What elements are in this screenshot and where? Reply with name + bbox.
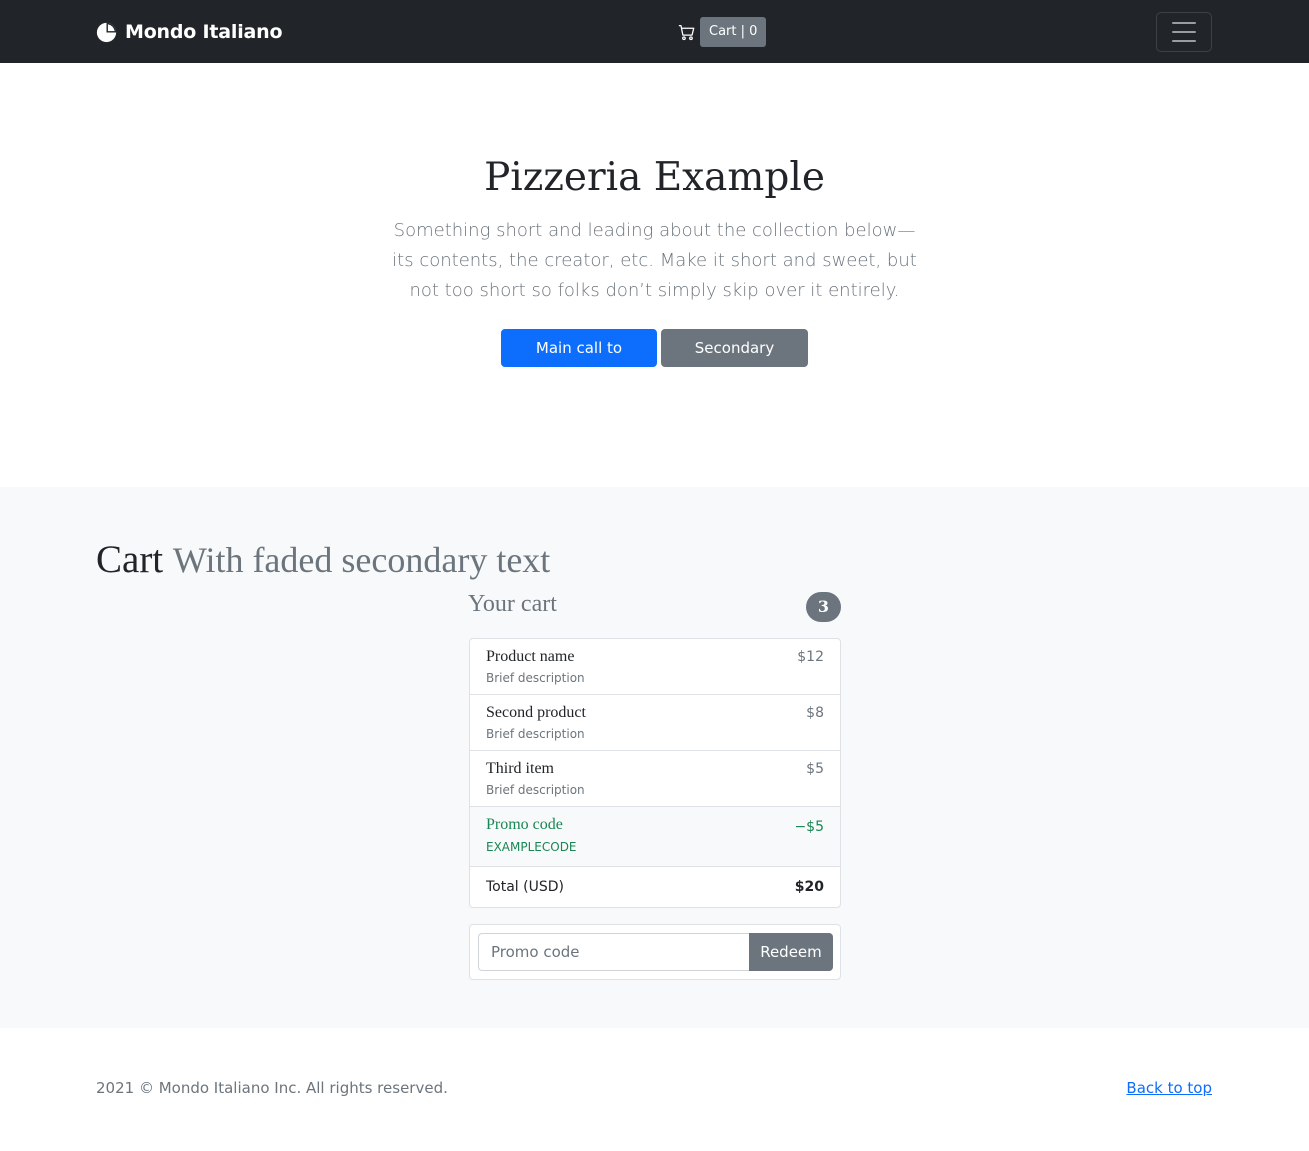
promo-form: Redeem <box>469 924 841 980</box>
brand-name: Mondo Italiano <box>125 21 283 43</box>
secondary-action-button[interactable]: Secondary action <box>661 329 808 393</box>
cart-heading: Cart With faded secondary text <box>96 537 550 582</box>
item-price: $5 <box>806 761 824 777</box>
back-to-top-link[interactable]: Back to top <box>1126 1079 1212 1097</box>
promo-discount: −$5 <box>794 819 824 835</box>
navbar: Mondo Italiano Cart | 0 <box>0 0 1309 63</box>
hero-title: Pizzeria Example <box>484 155 825 200</box>
cart-item: Third item Brief description $5 <box>470 751 840 807</box>
promo-label: Promo code <box>486 816 563 833</box>
pie-chart-icon <box>96 22 117 42</box>
cart-icon <box>678 24 695 40</box>
item-description: Brief description <box>486 727 585 741</box>
main-cta-button[interactable]: Main call to action <box>501 329 657 393</box>
total-amount: $20 <box>794 879 824 895</box>
total-label: Total (USD) <box>486 879 564 895</box>
promo-code-value: EXAMPLECODE <box>486 840 577 854</box>
hero-buttons: Main call to action Secondary action <box>0 329 1309 393</box>
cart-count-badge: 3 <box>806 592 841 622</box>
cart-list: Product name Brief description $12 Secon… <box>469 638 841 908</box>
cart-heading-muted: With faded secondary text <box>172 540 551 580</box>
cart-area: Cart | 0 <box>678 17 767 47</box>
hamburger-icon-line <box>1172 40 1196 42</box>
cart-heading-main: Cart <box>96 538 164 581</box>
promo-code-input[interactable] <box>478 933 749 971</box>
redeem-button[interactable]: Redeem <box>749 933 833 971</box>
item-price: $12 <box>797 649 824 665</box>
item-description: Brief description <box>486 783 585 797</box>
footer-copyright: 2021 © Mondo Italiano Inc. All rights re… <box>96 1079 448 1097</box>
item-price: $8 <box>806 705 824 721</box>
cart-item: Second product Brief description $8 <box>470 695 840 751</box>
hero-lead: Something short and leading about the co… <box>392 220 917 301</box>
item-name: Third item <box>486 760 554 777</box>
item-name: Second product <box>486 704 586 721</box>
total-row: Total (USD) $20 <box>470 867 840 907</box>
hamburger-icon-line <box>1172 31 1196 33</box>
brand-link[interactable]: Mondo Italiano <box>96 20 283 44</box>
cart-item: Product name Brief description $12 <box>470 639 840 695</box>
item-description: Brief description <box>486 671 585 685</box>
promo-row: Promo code EXAMPLECODE −$5 <box>470 807 840 867</box>
cart-button[interactable]: Cart | 0 <box>700 17 767 47</box>
hamburger-icon <box>1172 22 1196 24</box>
navbar-toggler-button[interactable] <box>1156 12 1212 52</box>
your-cart-title: Your cart <box>468 591 557 617</box>
item-name: Product name <box>486 648 575 665</box>
